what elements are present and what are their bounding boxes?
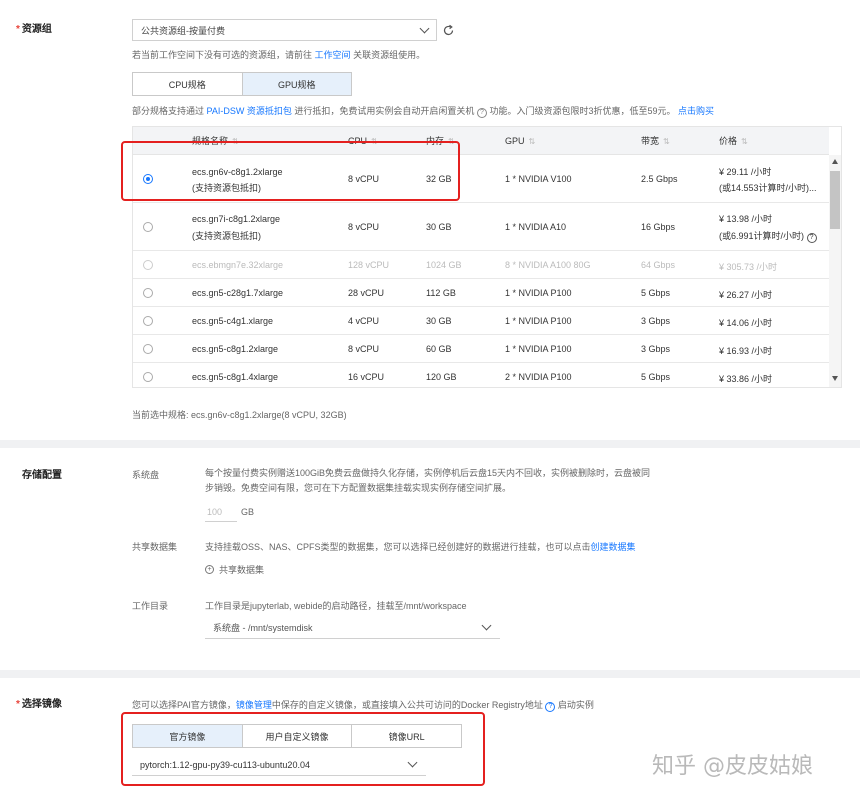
table-row[interactable]: ecs.gn5-c8g1.4xlarge 16 vCPU 120 GB 2 * … bbox=[133, 363, 829, 387]
system-disk-desc-1: 每个按量付费实例赠送100GiB免费云盘做持久化存储，实例停机后云盘15天内不回… bbox=[205, 468, 651, 478]
add-shared-dataset-button[interactable]: + 共享数据集 bbox=[205, 563, 264, 576]
help-icon[interactable]: ? bbox=[806, 233, 817, 243]
col-header-price[interactable]: 价格 ⇅ bbox=[719, 134, 748, 147]
col-header-cpu[interactable]: CPU ⇅ bbox=[348, 136, 378, 146]
col-header-memory[interactable]: 内存 ⇅ bbox=[426, 134, 455, 147]
help-icon[interactable]: ? bbox=[545, 702, 556, 712]
table-row[interactable]: ecs.gn5-c4g1.xlarge 4 vCPU 30 GB 1 * NVI… bbox=[133, 307, 829, 335]
col-header-bandwidth[interactable]: 带宽 ⇅ bbox=[641, 134, 670, 147]
plus-circle-icon: + bbox=[205, 565, 214, 574]
tab-image-url[interactable]: 镜像URL bbox=[352, 725, 462, 747]
table-row[interactable]: ecs.gn6v-c8g1.2xlarge (支持资源包抵扣) 8 vCPU 3… bbox=[133, 155, 829, 203]
spec-type-tabs: CPU规格 GPU规格 bbox=[132, 72, 352, 96]
spec-table: 规格名称 ⇅ CPU ⇅ 内存 ⇅ GPU ⇅ 带宽 ⇅ 价格 ⇅ ecs.gn6v-c8g… bbox=[132, 126, 842, 388]
storage-label: 存储配置 bbox=[22, 470, 62, 481]
system-disk-desc-2: 步销毁。免费空间有限，您可在下方配置数据集挂载实现实例存储空间扩展。 bbox=[205, 483, 512, 493]
help-icon[interactable]: ? bbox=[476, 108, 487, 118]
row-radio[interactable] bbox=[143, 344, 153, 354]
row-radio[interactable] bbox=[143, 222, 153, 232]
tab-official-image[interactable]: 官方镜像 bbox=[133, 725, 243, 747]
table-row: ecs.ebmgn7e.32xlarge 128 vCPU 1024 GB 8 … bbox=[133, 251, 829, 279]
resource-group-select[interactable]: 公共资源组-按量付费 bbox=[132, 19, 437, 41]
workdir-select[interactable]: 系统盘 - /mnt/systemdisk bbox=[205, 617, 500, 639]
disk-unit: GB bbox=[241, 507, 255, 517]
col-header-gpu[interactable]: GPU ⇅ bbox=[505, 136, 535, 146]
workspace-link[interactable]: 工作空间 bbox=[315, 50, 351, 60]
row-radio[interactable] bbox=[143, 316, 153, 326]
tab-gpu-spec[interactable]: GPU规格 bbox=[242, 73, 351, 95]
buy-link[interactable]: 点击购买 bbox=[678, 106, 714, 116]
image-label: * 选择镜像 bbox=[16, 699, 62, 710]
workspace-hint: 若当前工作空间下没有可选的资源组，请前往 工作空间 关联资源组使用。 bbox=[132, 50, 426, 60]
section-divider bbox=[0, 440, 860, 448]
scroll-up-arrow-icon[interactable] bbox=[832, 159, 838, 164]
table-row[interactable]: ecs.gn5-c8g1.2xlarge 8 vCPU 60 GB 1 * NV… bbox=[133, 335, 829, 363]
deduction-package-link[interactable]: PAI-DSW 资源抵扣包 bbox=[207, 106, 292, 116]
table-scrollbar[interactable] bbox=[829, 155, 841, 387]
scroll-down-arrow-icon[interactable] bbox=[832, 376, 838, 381]
chevron-down-icon bbox=[419, 23, 430, 33]
scroll-thumb[interactable] bbox=[830, 171, 840, 229]
image-desc: 您可以选择PAI官方镜像，镜像管理中保存的自定义镜像，或直接填入公共可访问的Do… bbox=[132, 700, 594, 712]
table-row[interactable]: ecs.gn5-c28g1.7xlarge 28 vCPU 112 GB 1 *… bbox=[133, 279, 829, 307]
resource-group-label: * 资源组 bbox=[16, 24, 52, 35]
image-source-tabs: 官方镜像 用户自定义镜像 镜像URL bbox=[132, 724, 462, 748]
table-header: 规格名称 ⇅ CPU ⇅ 内存 ⇅ GPU ⇅ 带宽 ⇅ 价格 ⇅ bbox=[133, 127, 829, 155]
system-disk-label: 系统盘 bbox=[132, 470, 160, 480]
refresh-icon[interactable] bbox=[442, 24, 455, 37]
table-row[interactable]: ecs.gn7i-c8g1.2xlarge (支持资源包抵扣) 8 vCPU 3… bbox=[133, 203, 829, 251]
workdir-label: 工作目录 bbox=[132, 601, 169, 611]
row-radio[interactable] bbox=[143, 288, 153, 298]
col-header-name[interactable]: 规格名称 ⇅ bbox=[192, 134, 239, 147]
watermark: 知乎 @皮皮姑娘 bbox=[652, 754, 813, 779]
current-spec: 当前选中规格: ecs.gn6v-c8g1.2xlarge(8 vCPU, 32… bbox=[132, 410, 347, 420]
deduction-notice: 部分规格支持通过 PAI-DSW 资源抵扣包 进行抵扣，免费试用实例会自动开启闲… bbox=[132, 106, 714, 118]
row-radio[interactable] bbox=[143, 372, 153, 382]
row-radio-selected[interactable] bbox=[143, 174, 153, 184]
dataset-label: 共享数据集 bbox=[132, 542, 178, 552]
row-radio-disabled bbox=[143, 260, 153, 270]
tab-custom-image[interactable]: 用户自定义镜像 bbox=[242, 725, 353, 747]
disk-size-input[interactable]: 100 bbox=[205, 500, 237, 522]
chevron-down-icon bbox=[407, 757, 418, 768]
section-divider bbox=[0, 670, 860, 678]
image-select[interactable]: pytorch:1.12-gpu-py39-cu113-ubuntu20.04 bbox=[132, 754, 426, 776]
workdir-desc: 工作目录是jupyterlab, webide的启动路径，挂载至/mnt/wor… bbox=[205, 601, 467, 611]
image-management-link[interactable]: 镜像管理 bbox=[236, 700, 272, 710]
chevron-down-icon bbox=[481, 620, 492, 631]
dataset-desc: 支持挂载OSS、NAS、CPFS类型的数据集，您可以选择已经创建好的数据进行挂载… bbox=[205, 542, 636, 552]
create-dataset-link[interactable]: 创建数据集 bbox=[591, 542, 636, 552]
tab-cpu-spec[interactable]: CPU规格 bbox=[133, 73, 243, 95]
